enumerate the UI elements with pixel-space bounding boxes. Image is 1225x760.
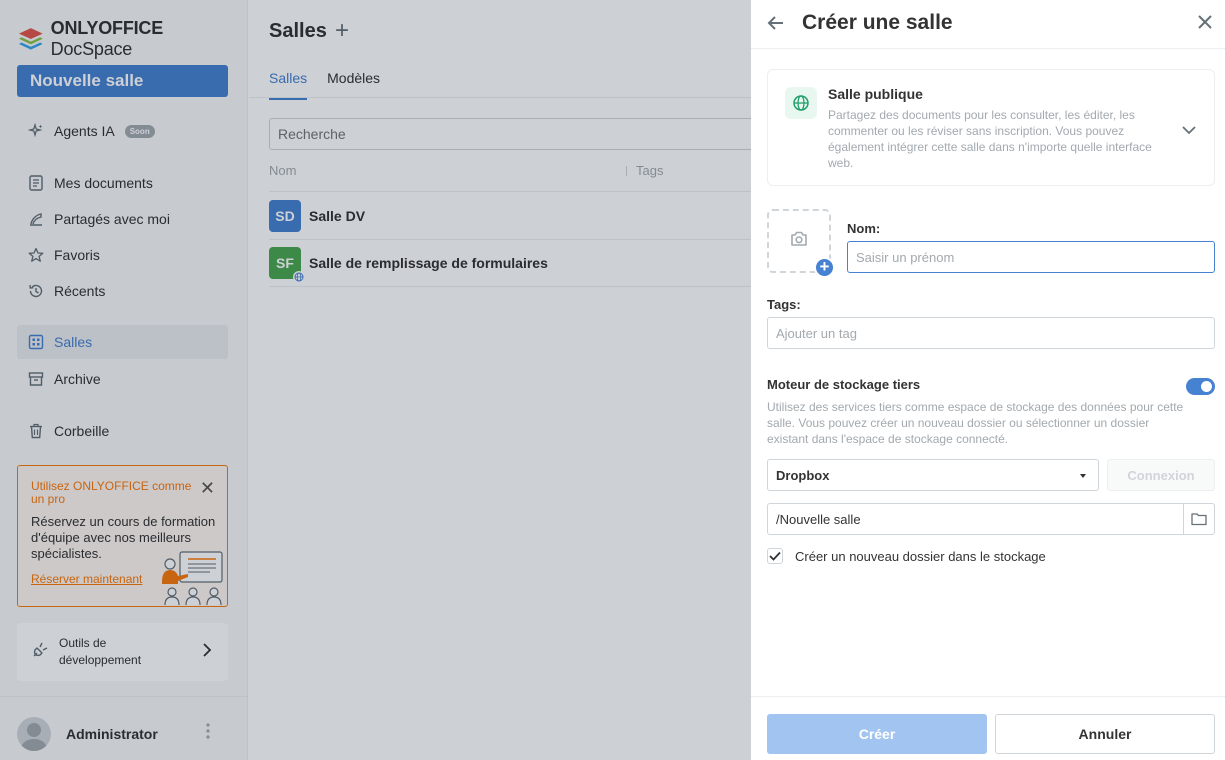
panel-header: Créer une salle	[751, 0, 1225, 49]
modal-backdrop[interactable]	[0, 0, 751, 760]
storage-path-value: /Nouvelle salle	[776, 512, 861, 527]
create-folder-label: Créer un nouveau dossier dans le stockag…	[795, 548, 1046, 564]
tags-input[interactable]	[767, 317, 1215, 349]
chevron-down-icon[interactable]	[1182, 122, 1196, 140]
create-button[interactable]: Créer	[767, 714, 987, 754]
room-type-description: Partagez des documents pour les consulte…	[828, 108, 1152, 170]
storage-description: Utilisez des services tiers comme espace…	[767, 400, 1184, 446]
tags-label: Tags:	[767, 297, 801, 312]
storage-toggle[interactable]	[1186, 378, 1215, 395]
room-type-title: Salle publique	[828, 86, 923, 102]
globe-icon	[785, 87, 817, 119]
create-folder-checkbox[interactable]	[767, 548, 783, 564]
close-icon[interactable]	[1197, 14, 1213, 35]
camera-icon	[790, 231, 808, 252]
arrow-left-icon[interactable]	[767, 14, 785, 37]
checkmark-icon	[769, 551, 781, 561]
create-folder-option[interactable]: Créer un nouveau dossier dans le stockag…	[767, 548, 1046, 564]
cancel-button[interactable]: Annuler	[995, 714, 1215, 754]
create-room-panel: Créer une salle Salle publique Partagez …	[751, 0, 1225, 760]
caret-down-icon	[1080, 474, 1086, 478]
panel-footer: Créer Annuler	[751, 696, 1225, 760]
name-label: Nom:	[847, 221, 881, 236]
add-icon-button[interactable]: +	[814, 257, 835, 278]
storage-provider-select[interactable]: Dropbox	[767, 459, 1099, 491]
storage-provider-value: Dropbox	[776, 468, 830, 483]
storage-title: Moteur de stockage tiers	[767, 377, 921, 392]
connect-button[interactable]: Connexion	[1107, 459, 1215, 491]
panel-title: Créer une salle	[802, 11, 953, 34]
room-name-input[interactable]	[847, 241, 1215, 273]
room-type-selector[interactable]: Salle publique Partagez des documents po…	[767, 69, 1215, 186]
storage-path-field[interactable]: /Nouvelle salle	[767, 503, 1215, 535]
folder-icon[interactable]	[1183, 504, 1214, 534]
